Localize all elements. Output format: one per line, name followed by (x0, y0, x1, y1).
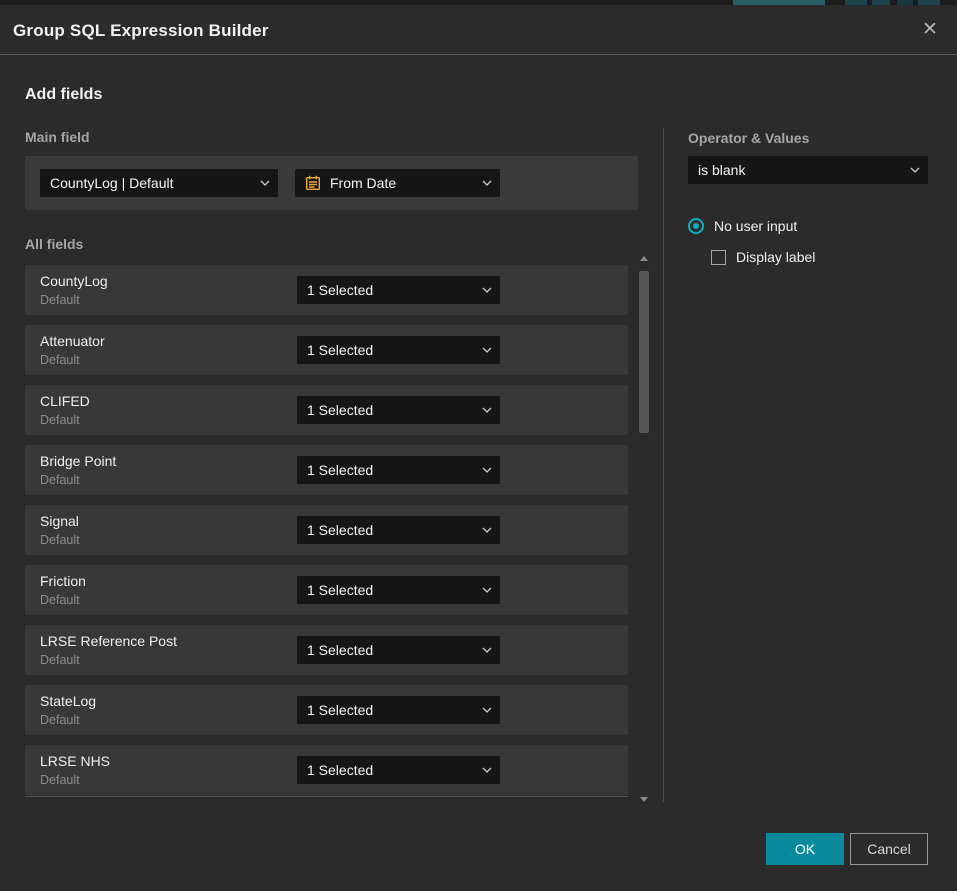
operator-values-label: Operator & Values (688, 130, 809, 146)
field-selected-dropdown[interactable]: 1 Selected (297, 696, 500, 724)
field-type: Default (40, 593, 80, 607)
field-row: LRSE Reference Post Default 1 Selected (25, 625, 628, 675)
chevron-down-icon (482, 347, 492, 353)
field-row: CountyLog Default 1 Selected (25, 265, 628, 315)
scroll-up-icon[interactable] (640, 256, 648, 261)
field-name: LRSE Reference Post (40, 633, 177, 649)
display-label-label: Display label (736, 249, 815, 265)
all-fields-list: CountyLog Default 1 Selected Attenuator … (25, 265, 628, 797)
field-row: Friction Default 1 Selected (25, 565, 628, 615)
field-selected-value: 1 Selected (307, 762, 373, 778)
operator-value: is blank (698, 162, 745, 178)
field-name: StateLog (40, 693, 96, 709)
field-selected-value: 1 Selected (307, 282, 373, 298)
field-name: Attenuator (40, 333, 105, 349)
chevron-down-icon (482, 587, 492, 593)
field-name: Friction (40, 573, 86, 589)
cancel-button[interactable]: Cancel (850, 833, 928, 865)
main-field-field-value: From Date (330, 175, 396, 191)
field-row: LRSE NHS Default 1 Selected (25, 745, 628, 795)
chevron-down-icon (482, 467, 492, 473)
field-selected-value: 1 Selected (307, 642, 373, 658)
field-row: CLIFED Default 1 Selected (25, 385, 628, 435)
scrollbar-thumb[interactable] (639, 271, 649, 433)
field-type: Default (40, 713, 80, 727)
chevron-down-icon (482, 767, 492, 773)
all-fields-label: All fields (25, 236, 83, 252)
field-type: Default (40, 773, 80, 787)
field-row: Bridge Point Default 1 Selected (25, 445, 628, 495)
field-row: StateLog Default 1 Selected (25, 685, 628, 735)
dialog-title: Group SQL Expression Builder (13, 21, 269, 41)
main-field-source-value: CountyLog | Default (50, 175, 174, 191)
field-type: Default (40, 353, 80, 367)
dialog-titlebar: Group SQL Expression Builder ✕ (0, 5, 957, 55)
pane-divider (663, 128, 664, 802)
list-scrollbar[interactable] (639, 256, 649, 802)
no-user-input-label: No user input (714, 218, 797, 234)
field-name: Bridge Point (40, 453, 116, 469)
field-name: LRSE NHS (40, 753, 110, 769)
chevron-down-icon (260, 180, 270, 186)
display-label-option: Display label (711, 249, 815, 265)
field-row: Attenuator Default 1 Selected (25, 325, 628, 375)
field-selected-dropdown[interactable]: 1 Selected (297, 396, 500, 424)
field-selected-value: 1 Selected (307, 402, 373, 418)
field-selected-value: 1 Selected (307, 522, 373, 538)
add-fields-heading: Add fields (25, 86, 102, 104)
field-selected-dropdown[interactable]: 1 Selected (297, 576, 500, 604)
field-selected-dropdown[interactable]: 1 Selected (297, 516, 500, 544)
field-selected-dropdown[interactable]: 1 Selected (297, 336, 500, 364)
field-type: Default (40, 473, 80, 487)
chevron-down-icon (482, 647, 492, 653)
operator-select[interactable]: is blank (688, 156, 928, 184)
scroll-down-icon[interactable] (640, 797, 648, 802)
field-type: Default (40, 533, 80, 547)
chevron-down-icon (482, 527, 492, 533)
main-field-label: Main field (25, 129, 90, 145)
chevron-down-icon (482, 707, 492, 713)
checkbox-unchecked-icon[interactable] (711, 250, 726, 265)
calendar-date-icon (305, 175, 321, 191)
main-field-panel: CountyLog | Default From Date (25, 156, 638, 210)
field-selected-value: 1 Selected (307, 702, 373, 718)
field-selected-value: 1 Selected (307, 582, 373, 598)
chevron-down-icon (482, 180, 492, 186)
field-selected-dropdown[interactable]: 1 Selected (297, 636, 500, 664)
field-type: Default (40, 413, 80, 427)
radio-selected-icon[interactable] (688, 218, 704, 234)
field-selected-dropdown[interactable]: 1 Selected (297, 456, 500, 484)
group-sql-expression-builder-dialog: Group SQL Expression Builder ✕ Add field… (0, 0, 957, 891)
field-selected-value: 1 Selected (307, 342, 373, 358)
main-field-field-select[interactable]: From Date (295, 169, 500, 197)
field-selected-value: 1 Selected (307, 462, 373, 478)
field-name: Signal (40, 513, 79, 529)
chevron-down-icon (482, 287, 492, 293)
close-icon[interactable]: ✕ (917, 16, 943, 42)
field-type: Default (40, 653, 80, 667)
field-name: CLIFED (40, 393, 90, 409)
main-field-source-select[interactable]: CountyLog | Default (40, 169, 278, 197)
field-row: Signal Default 1 Selected (25, 505, 628, 555)
chevron-down-icon (910, 167, 920, 173)
field-selected-dropdown[interactable]: 1 Selected (297, 756, 500, 784)
no-user-input-option: No user input (688, 218, 797, 234)
ok-button[interactable]: OK (766, 833, 844, 865)
field-type: Default (40, 293, 80, 307)
field-name: CountyLog (40, 273, 108, 289)
field-selected-dropdown[interactable]: 1 Selected (297, 276, 500, 304)
chevron-down-icon (482, 407, 492, 413)
